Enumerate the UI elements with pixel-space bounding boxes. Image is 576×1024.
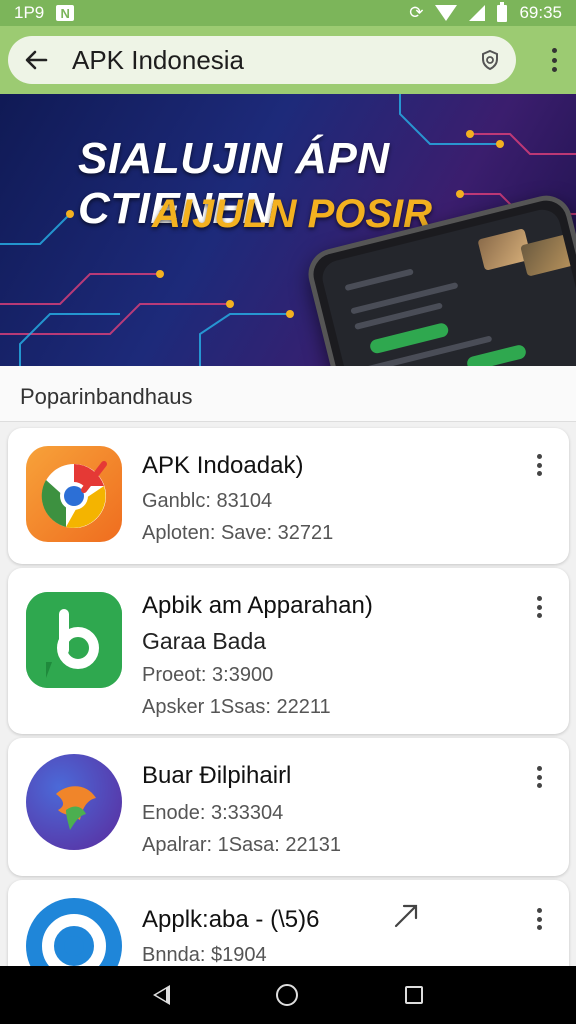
more-vertical-icon[interactable]	[552, 48, 558, 72]
banner-subheadline: AIJULN POSIR	[152, 192, 433, 236]
more-vertical-icon[interactable]	[537, 454, 543, 476]
more-vertical-icon[interactable]	[537, 596, 543, 618]
status-left-text: 1P9	[14, 3, 45, 22]
app-detail: Proeot: 3:3900	[142, 664, 274, 686]
app-detail: Apalrar: 1Sasa: 22131	[142, 834, 342, 856]
app-detail: Apsker 1Ssas: 22211	[142, 696, 331, 718]
more-vertical-icon[interactable]	[537, 766, 543, 788]
signal-icon	[469, 5, 486, 21]
app-card[interactable]: Apbik am Apparahan) Garaa Bada Proeot: 3…	[8, 568, 569, 734]
notification-icon: ⟳	[409, 3, 424, 22]
app-subtitle: Garaa Bada	[142, 628, 267, 654]
search-bar[interactable]: APK Indonesia	[8, 36, 516, 84]
app-detail: Aploten: Save: 32721	[142, 522, 334, 544]
app-detail: Bnnda: $1904	[142, 944, 267, 966]
app-title[interactable]: APK Indoadak)	[142, 452, 303, 480]
system-nav-bar	[0, 966, 576, 1024]
battery-icon	[497, 1, 508, 22]
green-chat-b-icon	[26, 592, 122, 688]
shield-icon[interactable]	[478, 48, 502, 72]
arrow-left-icon[interactable]	[22, 46, 50, 74]
notification-box-icon: N	[56, 5, 75, 21]
app-card[interactable]: Buar Đilpihairl Enode: 3:33304 Apalrar: …	[8, 738, 569, 876]
app-title[interactable]: Applk:aba - (\5)6	[142, 906, 319, 934]
nav-home-icon[interactable]	[276, 984, 299, 1006]
purple-bird-icon	[26, 754, 122, 850]
chrome-like-icon	[26, 446, 122, 542]
promo-banner[interactable]: SIALUJIN ÁPN CTIENEN AIJULN POSIR	[0, 94, 576, 366]
page-title: APK Indonesia	[72, 44, 245, 75]
section-title: Poparinbandhaus	[20, 384, 193, 409]
wifi-icon	[435, 5, 458, 21]
app-title[interactable]: Apbik am Apparahan)	[142, 592, 373, 620]
nav-back-icon[interactable]	[153, 985, 171, 1005]
nav-recents-icon[interactable]	[404, 986, 423, 1004]
app-title[interactable]: Buar Đilpihairl	[142, 762, 291, 790]
app-bar: APK Indonesia	[0, 26, 576, 94]
arrow-up-right-icon[interactable]	[392, 900, 422, 930]
section-header: Poparinbandhaus	[0, 366, 576, 422]
app-detail: Ganblc: 83104	[142, 490, 273, 512]
app-card[interactable]: APK Indoadak) Ganblc: 83104 Aploten: Sav…	[8, 428, 569, 564]
status-time: 69:35	[519, 3, 562, 22]
more-vertical-icon[interactable]	[537, 908, 543, 930]
status-bar: 1P9 N ⟳ 69:35	[0, 0, 576, 26]
app-detail: Enode: 3:33304	[142, 802, 284, 824]
